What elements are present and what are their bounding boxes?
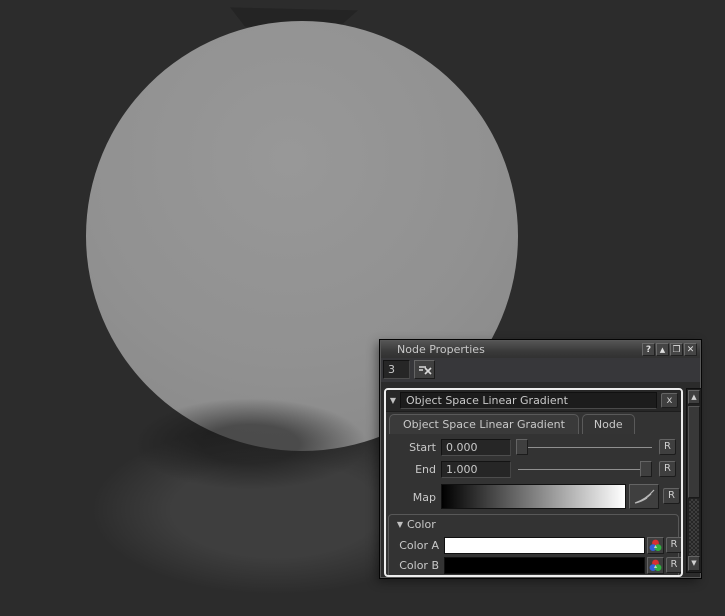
scroll-down-button[interactable]: ▼	[688, 556, 700, 571]
rgb-picker-icon	[649, 559, 662, 572]
color-b-row: Color B R	[391, 557, 676, 575]
clear-list-button[interactable]	[414, 360, 435, 379]
color-b-picker-button[interactable]	[647, 557, 664, 574]
shade-button[interactable]: ▲	[656, 343, 669, 356]
close-window-button[interactable]: ✕	[684, 343, 697, 356]
start-row: Start 0.000 R	[386, 438, 681, 458]
end-value-field[interactable]: 1.000	[441, 461, 511, 478]
color-b-label: Color B	[391, 559, 439, 572]
tab-object-space-linear-gradient[interactable]: Object Space Linear Gradient	[389, 414, 579, 434]
scrollbar-thumb[interactable]	[688, 406, 700, 498]
node-index-field[interactable]: 3	[383, 360, 410, 379]
sphere-contact-shadow	[128, 396, 373, 492]
start-value-field[interactable]: 0.000	[441, 439, 511, 456]
map-label: Map	[386, 491, 436, 504]
collapse-arrow-icon[interactable]: ▼	[386, 396, 400, 405]
scrollbar-track[interactable]	[689, 499, 699, 556]
tab-node[interactable]: Node	[582, 414, 635, 434]
start-slider-handle[interactable]	[516, 439, 528, 455]
color-a-picker-button[interactable]	[647, 537, 664, 554]
map-reset-button[interactable]: R	[663, 488, 680, 504]
rgb-picker-icon	[649, 539, 662, 552]
node-header: ▼ Object Space Linear Gradient x	[386, 390, 681, 412]
end-label: End	[386, 463, 436, 476]
map-gradient-strip[interactable]	[441, 484, 626, 509]
clear-list-icon	[418, 365, 432, 375]
color-section-label: Color	[407, 518, 436, 531]
color-b-swatch[interactable]	[444, 557, 645, 574]
panel-scrollbar[interactable]: ▲ ▼	[686, 388, 702, 573]
remove-node-button[interactable]: x	[661, 393, 678, 408]
color-section: ▼ Color Color A	[388, 514, 679, 577]
feather-icon	[633, 489, 655, 505]
help-button[interactable]: ?	[642, 343, 655, 356]
node-name-field[interactable]: Object Space Linear Gradient	[400, 392, 657, 409]
end-slider-track[interactable]	[518, 469, 652, 470]
end-row: End 1.000 R	[386, 460, 681, 480]
color-a-row: Color A R	[391, 537, 676, 555]
map-row: Map R	[386, 484, 681, 510]
color-b-reset-button[interactable]: R	[666, 557, 682, 573]
properties-content: ▼ Object Space Linear Gradient x Object …	[381, 382, 700, 577]
restore-button[interactable]: ❐	[670, 343, 683, 356]
start-slider[interactable]	[516, 439, 654, 456]
color-a-reset-button[interactable]: R	[666, 537, 682, 553]
end-slider-handle[interactable]	[640, 461, 652, 477]
end-slider[interactable]	[516, 461, 654, 478]
gradient-node-group: ▼ Object Space Linear Gradient x Object …	[384, 388, 683, 577]
viewport[interactable]: Node Properties ? ▲ ❐ ✕ 3 ▼ Object Space…	[0, 0, 725, 616]
gradient-editor-button[interactable]	[629, 484, 659, 509]
end-reset-button[interactable]: R	[659, 461, 676, 477]
start-label: Start	[386, 441, 436, 454]
node-properties-window: Node Properties ? ▲ ❐ ✕ 3 ▼ Object Space…	[380, 340, 701, 578]
window-title: Node Properties	[381, 343, 485, 356]
start-reset-button[interactable]: R	[659, 439, 676, 455]
color-a-swatch[interactable]	[444, 537, 645, 554]
start-slider-track[interactable]	[518, 447, 652, 448]
color-section-header[interactable]: ▼ Color	[389, 515, 678, 533]
color-a-label: Color A	[391, 539, 439, 552]
scroll-up-button[interactable]: ▲	[688, 390, 700, 404]
node-tabs: Object Space Linear Gradient Node	[389, 414, 635, 434]
window-titlebar[interactable]: Node Properties ? ▲ ❐ ✕	[381, 341, 700, 358]
color-collapse-arrow-icon[interactable]: ▼	[393, 520, 407, 529]
titlebar-buttons: ? ▲ ❐ ✕	[642, 343, 700, 356]
